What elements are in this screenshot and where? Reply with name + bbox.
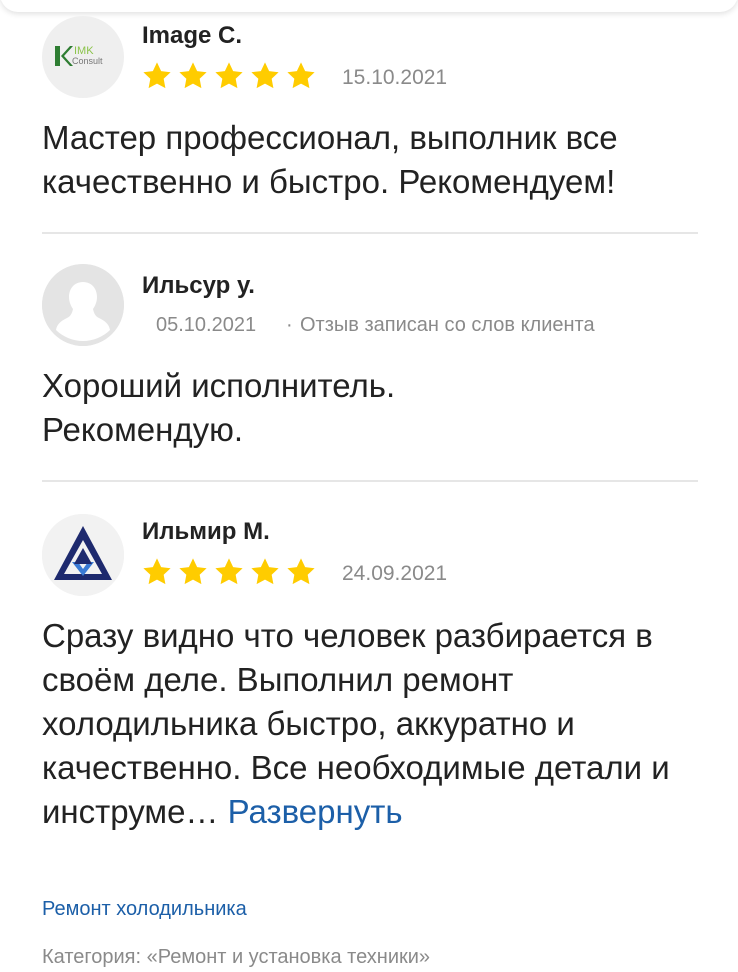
divider bbox=[42, 232, 698, 234]
review-card: Ильсур у. 05.10.2021 · Отзыв записан со … bbox=[42, 262, 698, 472]
rating-stars bbox=[140, 556, 318, 588]
review-date: 05.10.2021 bbox=[156, 314, 257, 336]
default-user-avatar-icon bbox=[42, 264, 124, 346]
imk-consult-logo-icon: IMK Consult bbox=[55, 45, 103, 66]
avatar[interactable] bbox=[42, 264, 124, 346]
service-link[interactable]: Ремонт холодильника bbox=[42, 898, 247, 921]
review-date: 15.10.2021 bbox=[342, 66, 448, 89]
review-note: Отзыв записан со слов клиента bbox=[300, 314, 595, 336]
triangle-logo-avatar-icon bbox=[42, 514, 124, 596]
star-icon bbox=[179, 62, 207, 89]
author-name[interactable]: Ильмир М. bbox=[142, 518, 270, 546]
review-card: IMK Consult Image C. 15.10.2021 Мастер п… bbox=[42, 16, 698, 226]
star-icon bbox=[251, 62, 279, 89]
author-name[interactable]: Ильсур у. bbox=[142, 272, 255, 300]
top-panel-edge bbox=[0, 0, 738, 12]
star-icon bbox=[287, 62, 315, 89]
review-text: Сразу видно что человек разбирается в св… bbox=[42, 614, 692, 834]
star-icon bbox=[143, 62, 171, 89]
star-icon bbox=[287, 558, 315, 585]
star-icon bbox=[251, 558, 279, 585]
expand-link[interactable]: Развернуть bbox=[228, 793, 403, 830]
avatar[interactable]: IMK Consult bbox=[42, 16, 124, 98]
review-text: Хороший исполнитель. Рекомендую. bbox=[42, 367, 396, 448]
rating-stars bbox=[140, 60, 318, 92]
svg-text:Consult: Consult bbox=[72, 56, 103, 66]
avatar[interactable] bbox=[42, 514, 124, 596]
star-icon bbox=[143, 558, 171, 585]
category-label: Категория: «Ремонт и установка техники» bbox=[42, 946, 431, 968]
star-icon bbox=[215, 62, 243, 89]
star-icon bbox=[215, 558, 243, 585]
star-icon bbox=[179, 558, 207, 585]
separator-dot: · bbox=[286, 314, 293, 336]
divider bbox=[42, 480, 698, 482]
review-text: Мастер профессионал, выполник все качест… bbox=[42, 119, 618, 200]
review-date: 24.09.2021 bbox=[342, 562, 448, 585]
author-name[interactable]: Image C. bbox=[142, 22, 242, 50]
